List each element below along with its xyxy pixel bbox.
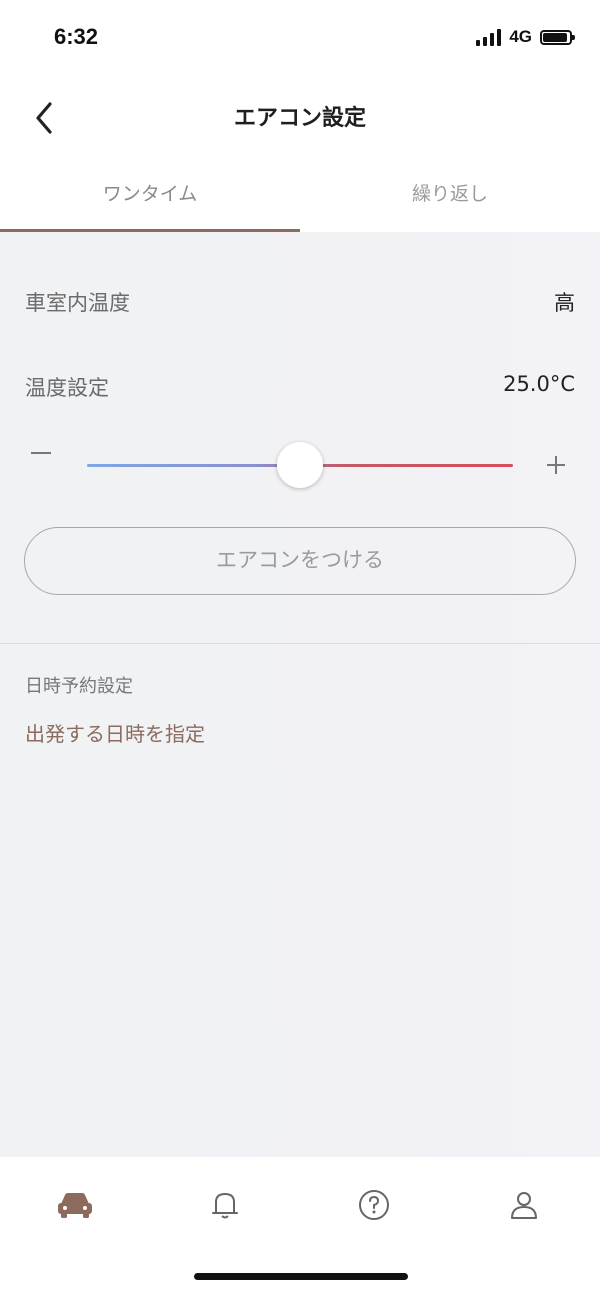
network-type: 4G xyxy=(509,27,532,46)
help-icon xyxy=(359,1190,389,1220)
temperature-slider[interactable] xyxy=(25,440,575,490)
signal-icon xyxy=(476,28,502,46)
main-content: 車室内温度 高 温度設定 25.0°C エアコンをつける 日時予約設定 出発する… xyxy=(0,232,600,1157)
schedule-label: 日時予約設定 xyxy=(25,676,133,697)
car-icon xyxy=(58,1193,92,1218)
slider-thumb[interactable] xyxy=(277,442,323,488)
minus-icon[interactable] xyxy=(31,452,51,454)
tab-onetime[interactable]: ワンタイム xyxy=(0,160,300,232)
cabin-temp-label: 車室内温度 xyxy=(25,291,130,315)
nav-notifications[interactable] xyxy=(197,1179,253,1231)
status-indicators: 4G xyxy=(476,27,575,47)
status-bar: 6:32 4G xyxy=(0,0,600,80)
temp-setting-value: 25.0°C xyxy=(503,372,575,396)
tab-repeat[interactable]: 繰り返し xyxy=(300,160,600,232)
nav-help[interactable] xyxy=(346,1179,402,1231)
ac-on-button[interactable]: エアコンをつける xyxy=(24,527,576,595)
battery-icon xyxy=(540,29,575,45)
nav-bar: エアコン設定 xyxy=(0,80,600,160)
temp-setting-label: 温度設定 xyxy=(25,376,109,400)
nav-car[interactable] xyxy=(47,1179,103,1231)
profile-icon xyxy=(511,1192,537,1219)
nav-profile[interactable] xyxy=(496,1179,552,1231)
section-divider xyxy=(0,643,600,644)
tab-bar: ワンタイム 繰り返し xyxy=(0,160,600,232)
page-title: エアコン設定 xyxy=(233,106,366,131)
bell-icon xyxy=(212,1192,238,1219)
status-time: 6:32 xyxy=(54,24,99,49)
temp-setting-row: 温度設定 25.0°C xyxy=(25,372,575,402)
cabin-temp-row: 車室内温度 高 xyxy=(25,287,575,317)
plus-icon-vertical xyxy=(555,456,557,474)
cabin-temp-value: 高 xyxy=(554,291,575,315)
departure-time-link[interactable]: 出発する日時を指定 xyxy=(25,718,205,747)
home-indicator[interactable] xyxy=(194,1273,408,1280)
